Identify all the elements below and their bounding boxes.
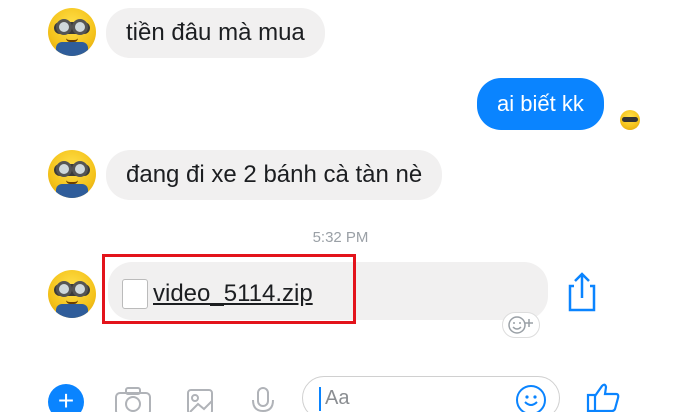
message-text: ai biết kk	[497, 91, 584, 116]
camera-icon	[115, 387, 151, 412]
image-icon	[187, 389, 213, 412]
plus-icon: +	[57, 385, 75, 412]
share-icon	[568, 272, 596, 312]
highlight-box	[102, 254, 356, 324]
read-receipt-avatar	[620, 110, 640, 130]
share-button[interactable]	[565, 272, 599, 312]
avatar[interactable]	[48, 270, 96, 318]
avatar[interactable]	[48, 150, 96, 198]
message-input-placeholder: Aa	[325, 387, 350, 409]
voice-button[interactable]	[250, 386, 276, 412]
add-reaction-button[interactable]	[502, 312, 540, 338]
microphone-icon	[252, 387, 274, 412]
like-button[interactable]	[586, 382, 622, 412]
add-reaction-icon	[508, 316, 533, 334]
smiley-icon	[524, 395, 538, 406]
gallery-button[interactable]	[186, 386, 214, 412]
message-text: đang đi xe 2 bánh cà tàn nè	[126, 161, 423, 188]
emoji-button[interactable]	[516, 385, 546, 412]
avatar[interactable]	[48, 8, 96, 56]
message-bubble-incoming[interactable]: tiền đâu mà mua	[106, 8, 325, 58]
text-cursor	[319, 387, 321, 411]
message-text: tiền đâu mà mua	[126, 19, 305, 46]
message-timestamp: 5:32 PM	[312, 229, 369, 246]
message-bubble-outgoing[interactable]: ai biết kk	[477, 78, 604, 130]
thumbs-up-icon	[586, 383, 620, 412]
message-bubble-incoming[interactable]: đang đi xe 2 bánh cà tàn nè	[106, 150, 443, 200]
add-button[interactable]: +	[48, 384, 84, 412]
camera-button[interactable]	[114, 386, 152, 412]
